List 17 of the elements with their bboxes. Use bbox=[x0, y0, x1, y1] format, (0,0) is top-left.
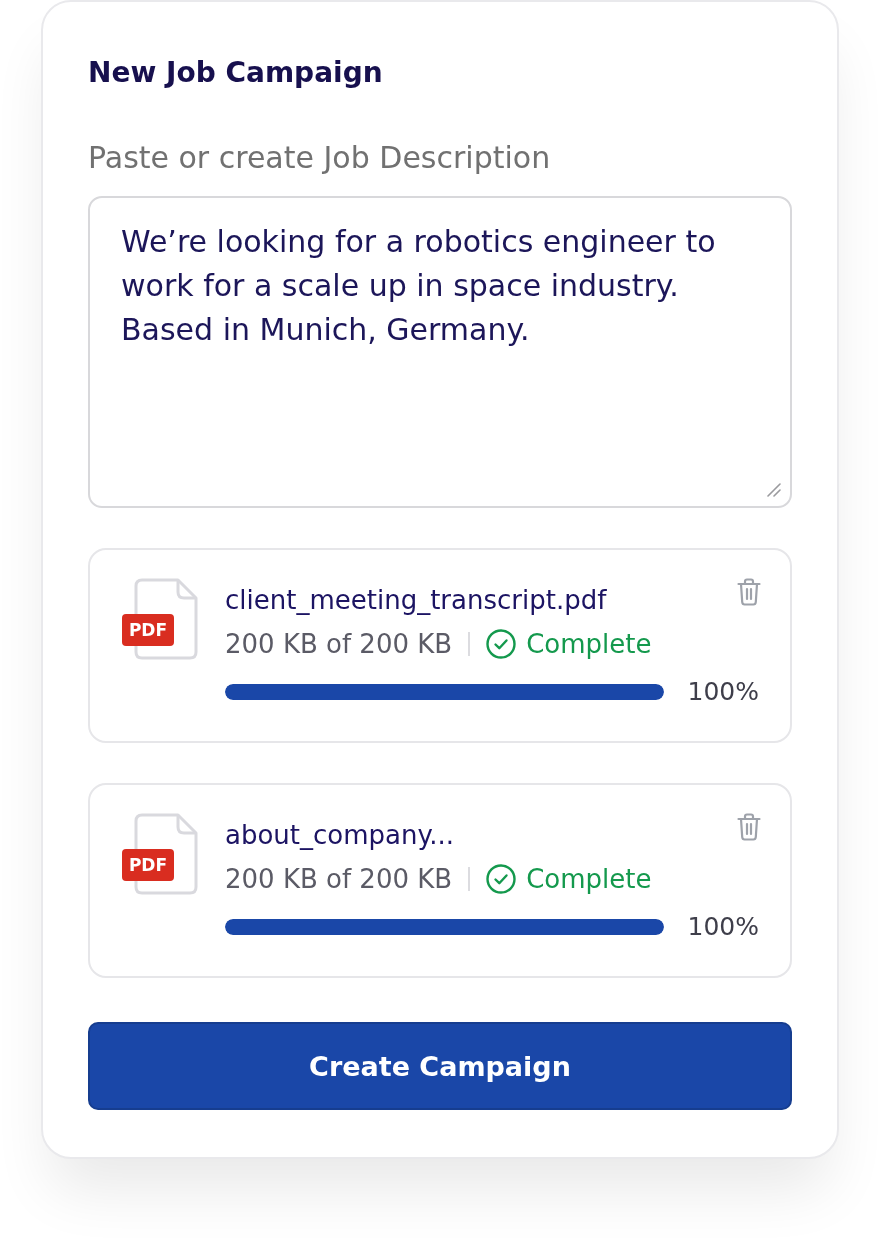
file-name: client_meeting_transcript.pdf bbox=[225, 584, 607, 616]
resize-handle-icon[interactable] bbox=[767, 483, 781, 497]
progress-percent: 100% bbox=[687, 676, 759, 708]
upload-status: Complete bbox=[526, 863, 652, 895]
create-campaign-button[interactable]: Create Campaign bbox=[88, 1022, 792, 1110]
progress-percent: 100% bbox=[687, 911, 759, 943]
file-type-badge: PDF bbox=[122, 849, 174, 881]
file-size: 200 KB of 200 KB bbox=[225, 863, 453, 895]
job-description-field[interactable]: We’re looking for a robotics engineer to work for a scale up in space industry. Based in Munich, Germany. bbox=[88, 196, 792, 508]
file-name: about_company... bbox=[225, 819, 454, 851]
file-type-badge: PDF bbox=[122, 614, 174, 646]
form-title: New Job Campaign bbox=[88, 55, 383, 91]
field-label: Paste or create Job Description bbox=[88, 140, 551, 176]
trash-icon[interactable] bbox=[737, 813, 761, 841]
trash-icon[interactable] bbox=[737, 578, 761, 606]
upload-status: Complete bbox=[526, 628, 652, 660]
file-size: 200 KB of 200 KB bbox=[225, 628, 453, 660]
